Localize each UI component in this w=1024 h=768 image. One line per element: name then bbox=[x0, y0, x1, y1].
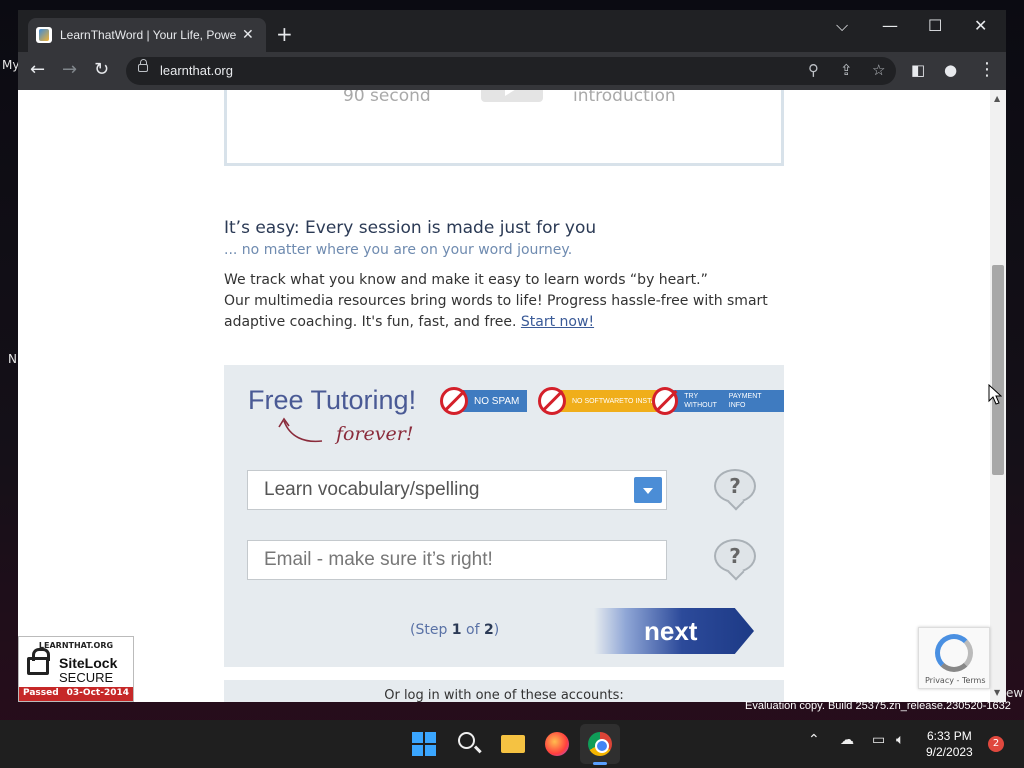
close-window-icon[interactable]: ✕ bbox=[974, 16, 987, 35]
new-tab-icon[interactable]: + bbox=[276, 24, 293, 44]
title-bar: LearnThatWord | Your Life, Power ✕ + ⌵ —… bbox=[18, 10, 1006, 52]
minimize-icon[interactable]: — bbox=[882, 16, 898, 35]
back-icon[interactable]: ← bbox=[30, 60, 45, 80]
url-text[interactable]: learnthat.org bbox=[160, 63, 233, 78]
email-field[interactable]: Email - make sure it’s right! bbox=[247, 540, 667, 580]
search-icon[interactable]: ⚲ bbox=[808, 61, 819, 79]
intro-video[interactable]: 90 second introduction bbox=[224, 90, 784, 166]
email-placeholder: Email - make sure it’s right! bbox=[264, 549, 493, 570]
goal-select-value: Learn vocabulary/spelling bbox=[264, 479, 480, 500]
help-icon[interactable]: ? bbox=[714, 539, 756, 573]
video-right-text: introduction bbox=[573, 90, 676, 106]
intro-line-1: We track what you know and make it easy … bbox=[224, 272, 708, 288]
forward-icon[interactable]: → bbox=[62, 60, 77, 80]
search-icon[interactable] bbox=[458, 732, 482, 756]
mouse-cursor-icon bbox=[988, 384, 1002, 405]
share-icon[interactable]: ⇪ bbox=[840, 61, 853, 79]
tab-title: LearnThatWord | Your Life, Power bbox=[60, 28, 236, 42]
address-bar[interactable]: learnthat.org ⚲ ⇪ ☆ bbox=[126, 57, 896, 85]
badge-label: TRY WITHOUT PAYMENT INFO bbox=[670, 390, 784, 412]
star-icon[interactable]: ☆ bbox=[872, 61, 885, 79]
desktop-label: N bbox=[8, 352, 17, 366]
goal-select[interactable]: Learn vocabulary/spelling bbox=[247, 470, 667, 510]
sidepanel-icon[interactable]: ◧ bbox=[911, 60, 925, 80]
next-button-label: next bbox=[644, 616, 698, 646]
lock-icon bbox=[27, 648, 50, 675]
start-icon[interactable] bbox=[412, 732, 436, 756]
taskbar bbox=[0, 720, 1024, 768]
browser-window: LearnThatWord | Your Life, Power ✕ + ⌵ —… bbox=[18, 10, 1006, 702]
step-indicator: (Step 1 of 2) bbox=[410, 622, 500, 638]
easy-subheading: ... no matter where you are on your word… bbox=[224, 242, 573, 258]
easy-heading: It’s easy: Every session is made just fo… bbox=[224, 218, 597, 238]
recaptcha-badge[interactable]: Privacy - Terms bbox=[918, 627, 990, 689]
signup-panel: Free Tutoring! forever! NO SPAM NO SOFTW… bbox=[224, 365, 784, 667]
no-icon bbox=[538, 387, 566, 415]
browser-tab[interactable]: LearnThatWord | Your Life, Power ✕ bbox=[28, 18, 266, 52]
chevron-down-icon[interactable] bbox=[634, 477, 662, 503]
active-indicator bbox=[593, 762, 607, 765]
play-icon[interactable] bbox=[481, 90, 543, 102]
sitelock-secure: SECURE bbox=[59, 670, 114, 685]
video-left-text: 90 second bbox=[343, 90, 431, 106]
firefox-icon[interactable] bbox=[545, 732, 569, 756]
tab-search-icon[interactable]: ⌵ bbox=[836, 16, 848, 36]
desktop-label: ew bbox=[1006, 686, 1024, 700]
web-page: 90 second introduction It’s easy: Every … bbox=[18, 90, 1006, 702]
curved-arrow-icon bbox=[278, 417, 323, 443]
menu-icon[interactable]: ⋮ bbox=[978, 60, 996, 80]
intro-line-2: Our multimedia resources bring words to … bbox=[224, 293, 768, 330]
scroll-down-icon[interactable]: ▼ bbox=[994, 688, 1000, 697]
profile-icon[interactable]: ● bbox=[944, 60, 957, 80]
tab-close-icon[interactable]: ✕ bbox=[242, 27, 254, 43]
lock-icon[interactable] bbox=[138, 59, 148, 72]
badge-label: NO SPAM bbox=[460, 390, 528, 412]
sitelock-status: Passed 03-Oct-2014 bbox=[19, 687, 133, 701]
no-spam-badge: NO SPAM bbox=[440, 385, 528, 417]
no-icon bbox=[440, 387, 468, 415]
login-text: Or log in with one of these accounts: bbox=[384, 688, 624, 702]
forever-text: forever! bbox=[336, 423, 414, 445]
free-tutoring-title: Free Tutoring! bbox=[248, 385, 417, 415]
try-without-badge: TRY WITHOUT PAYMENT INFO bbox=[652, 385, 784, 417]
recaptcha-icon bbox=[935, 634, 973, 672]
scroll-up-icon[interactable]: ▲ bbox=[994, 94, 1000, 103]
desktop-label: My bbox=[2, 58, 20, 72]
intro-paragraph: We track what you know and make it easy … bbox=[224, 270, 804, 333]
browser-toolbar: ← → ↻ learnthat.org ⚲ ⇪ ☆ ◧ ● ⋮ bbox=[18, 52, 1006, 90]
evaluation-watermark: Evaluation copy. Build 25375.zn_release.… bbox=[745, 700, 1011, 712]
favicon-icon bbox=[36, 27, 52, 43]
help-icon[interactable]: ? bbox=[714, 469, 756, 503]
sitelock-name: SiteLock bbox=[59, 655, 118, 671]
file-explorer-icon[interactable] bbox=[501, 735, 525, 753]
no-icon bbox=[652, 387, 679, 415]
next-button[interactable]: next bbox=[594, 608, 754, 654]
sitelock-badge[interactable]: LEARNTHAT.ORG SiteLock SECURE Passed 03-O… bbox=[18, 636, 134, 702]
start-now-link[interactable]: Start now! bbox=[521, 314, 594, 330]
chrome-icon[interactable] bbox=[588, 732, 612, 756]
recaptcha-links[interactable]: Privacy - Terms bbox=[925, 676, 986, 685]
scroll-thumb[interactable] bbox=[992, 265, 1004, 475]
login-section: Or log in with one of these accounts: bbox=[224, 680, 784, 702]
maximize-icon[interactable]: ☐ bbox=[928, 16, 942, 35]
reload-icon[interactable]: ↻ bbox=[94, 60, 109, 80]
